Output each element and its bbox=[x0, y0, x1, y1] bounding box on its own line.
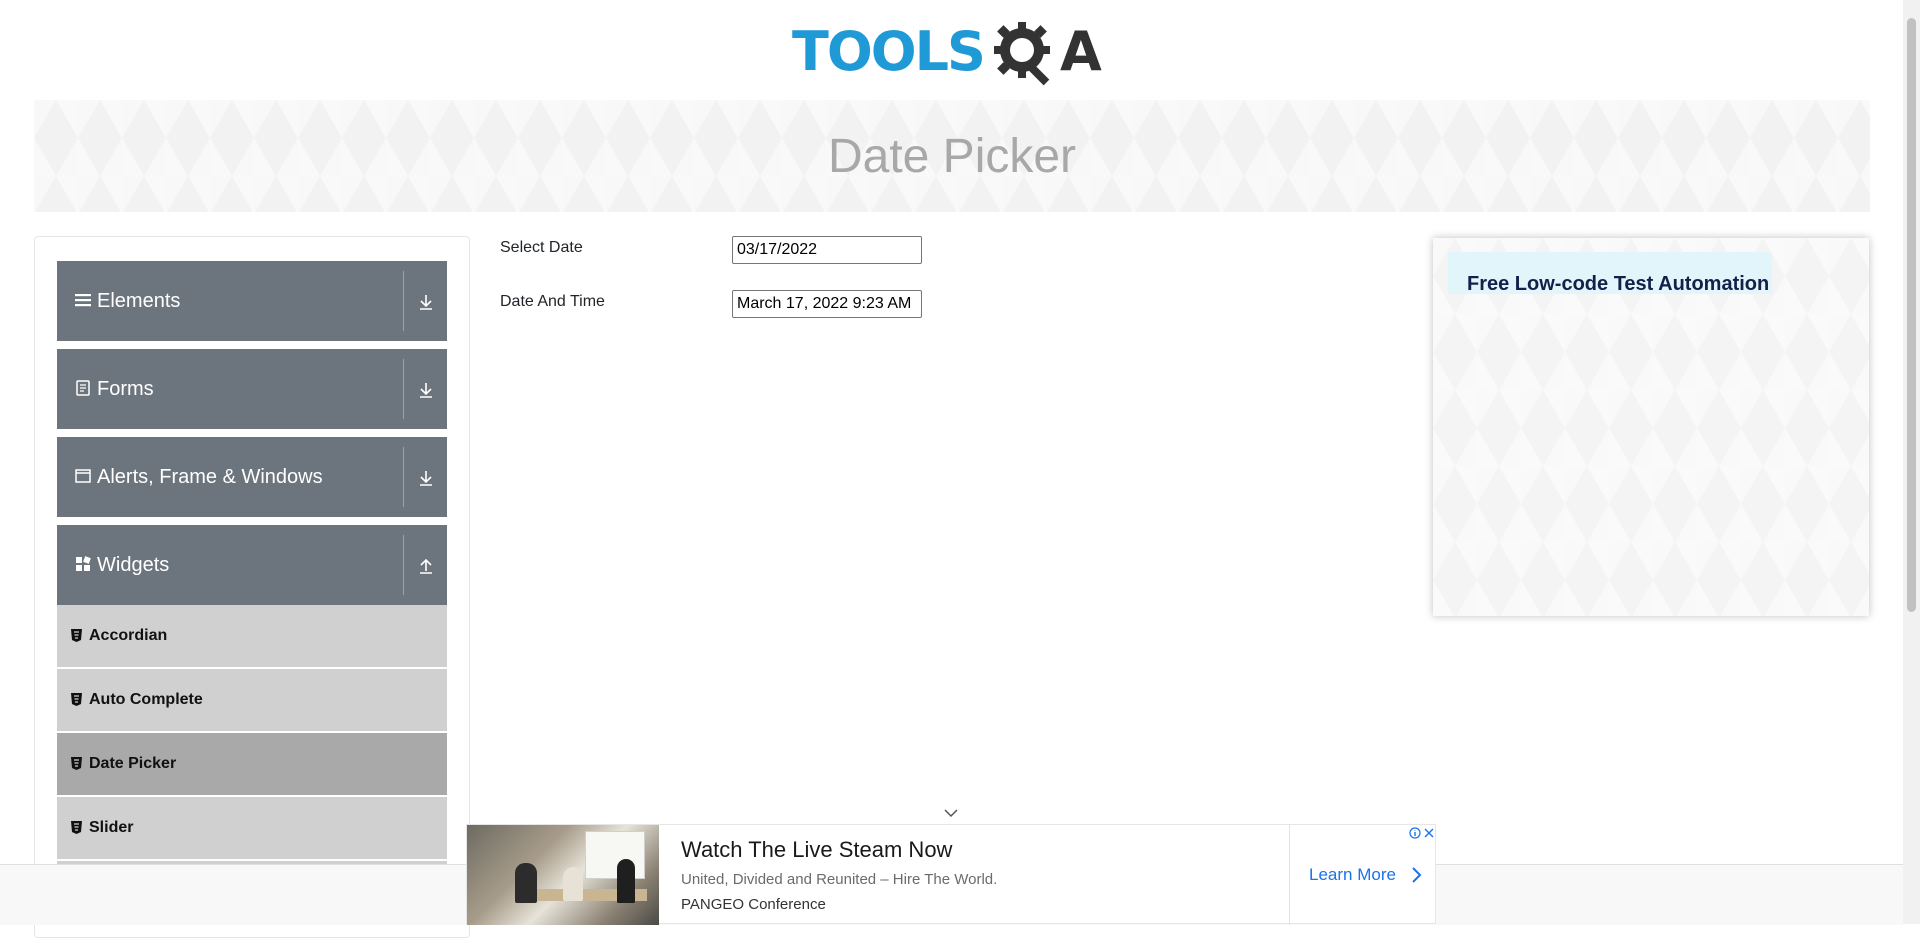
sidebar-group-alerts-frame-windows[interactable]: Alerts, Frame & Windows bbox=[57, 437, 447, 517]
hamburger-icon bbox=[75, 294, 91, 307]
html5-icon bbox=[71, 757, 82, 770]
ad-headline: Watch The Live Steam Now bbox=[681, 837, 953, 862]
sidebar-item-auto-complete[interactable]: Auto Complete bbox=[57, 669, 447, 733]
close-icon[interactable] bbox=[1423, 827, 1435, 839]
ad-photo bbox=[467, 825, 659, 925]
html5-icon bbox=[71, 693, 82, 706]
expand-icon[interactable] bbox=[415, 291, 437, 313]
sidebar-item-accordian[interactable]: Accordian bbox=[57, 605, 447, 669]
sidebar-item-date-picker[interactable]: Date Picker bbox=[57, 733, 447, 797]
sidebar-item-label: Date Picker bbox=[89, 755, 177, 772]
select-date-input[interactable] bbox=[732, 236, 922, 264]
select-date-label: Select Date bbox=[500, 239, 583, 256]
page-scrollbar[interactable] bbox=[1903, 0, 1920, 924]
learn-more-link[interactable]: Learn More bbox=[1309, 865, 1396, 885]
bottom-advertisement[interactable]: Watch The Live Steam Now United, Divided… bbox=[466, 824, 1436, 925]
page-banner: Date Picker bbox=[34, 100, 1870, 212]
ad-header: Free Low-code Test Automation bbox=[1448, 252, 1772, 294]
document-icon bbox=[76, 380, 90, 396]
chevron-right-icon[interactable] bbox=[1409, 865, 1423, 885]
ad-info-icon[interactable] bbox=[1409, 827, 1421, 839]
collapse-icon[interactable] bbox=[415, 555, 437, 577]
sidebar-item-slider[interactable]: Slider bbox=[57, 797, 447, 861]
sidebar-group-label: Alerts, Frame & Windows bbox=[97, 466, 323, 488]
toolsqa-logo[interactable]: TOOLS A bbox=[792, 14, 1114, 90]
sidebar-group-widgets[interactable]: Widgets bbox=[57, 525, 447, 605]
group-divider bbox=[403, 535, 404, 595]
sidebar: Elements Forms Alerts, Frame & Windows W… bbox=[34, 236, 470, 938]
chevron-down-icon[interactable] bbox=[944, 808, 958, 818]
html5-icon bbox=[71, 821, 82, 834]
sidebar-group-forms[interactable]: Forms bbox=[57, 349, 447, 429]
sidebar-item-label: Slider bbox=[89, 819, 134, 836]
ad-headline: Free Low-code Test Automation bbox=[1467, 273, 1770, 294]
page-title: Date Picker bbox=[827, 129, 1077, 183]
ad-divider bbox=[1289, 825, 1290, 925]
expand-icon[interactable] bbox=[415, 467, 437, 489]
group-divider bbox=[403, 271, 404, 331]
ad-description: United, Divided and Reunited – Hire The … bbox=[681, 871, 998, 888]
ad-brand: PANGEO Conference bbox=[681, 896, 826, 913]
sidebar-item-label: Accordian bbox=[89, 627, 168, 644]
group-divider bbox=[403, 447, 404, 507]
sidebar-group-label: Forms bbox=[97, 378, 154, 400]
sidebar-group-elements[interactable]: Elements bbox=[57, 261, 447, 341]
sidebar-group-label: Elements bbox=[97, 290, 181, 312]
gear-magnifier-icon bbox=[993, 22, 1050, 86]
expand-icon[interactable] bbox=[415, 379, 437, 401]
sidebar-item-label: Auto Complete bbox=[89, 691, 203, 708]
side-advertisement[interactable]: Free Low-code Test Automation bbox=[1433, 238, 1869, 616]
html5-icon bbox=[71, 629, 82, 642]
logo-text-a: A bbox=[1059, 20, 1102, 83]
date-and-time-input[interactable] bbox=[732, 290, 922, 318]
date-and-time-label: Date And Time bbox=[500, 293, 605, 310]
logo-text-tools: TOOLS bbox=[792, 20, 986, 83]
scrollbar-thumb[interactable] bbox=[1907, 18, 1916, 612]
widgets-icon bbox=[76, 556, 91, 571]
group-divider bbox=[403, 359, 404, 419]
window-icon bbox=[75, 469, 91, 483]
sidebar-group-label: Widgets bbox=[97, 554, 170, 576]
